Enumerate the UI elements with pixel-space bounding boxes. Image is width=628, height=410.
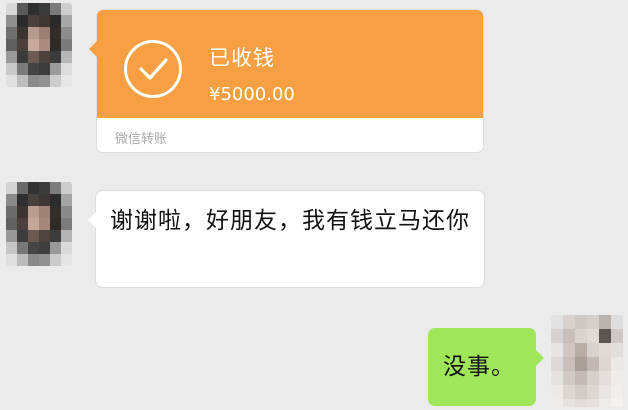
- self-avatar[interactable]: [551, 315, 623, 407]
- contact-avatar[interactable]: [6, 3, 72, 87]
- bubble-tail: [89, 41, 97, 57]
- message-text: 没事。: [443, 354, 515, 380]
- transfer-card-header: 已收钱 ¥5000.00: [89, 10, 483, 118]
- transfer-source-label: 微信转账: [115, 132, 168, 147]
- incoming-message-bubble[interactable]: 谢谢啦，好朋友，我有钱立马还你: [88, 191, 484, 287]
- checkmark-circle-icon: [124, 40, 182, 98]
- transfer-message-card[interactable]: 已收钱 ¥5000.00 微信转账: [89, 10, 483, 152]
- contact-avatar[interactable]: [6, 182, 72, 266]
- transfer-amount: ¥5000.00: [209, 84, 295, 105]
- outgoing-message-bubble[interactable]: 没事。: [428, 328, 544, 406]
- bubble-tail: [88, 212, 96, 228]
- message-text: 谢谢啦，好朋友，我有钱立马还你: [110, 208, 470, 234]
- transfer-status: 已收钱: [209, 46, 275, 70]
- bubble-tail: [536, 350, 544, 366]
